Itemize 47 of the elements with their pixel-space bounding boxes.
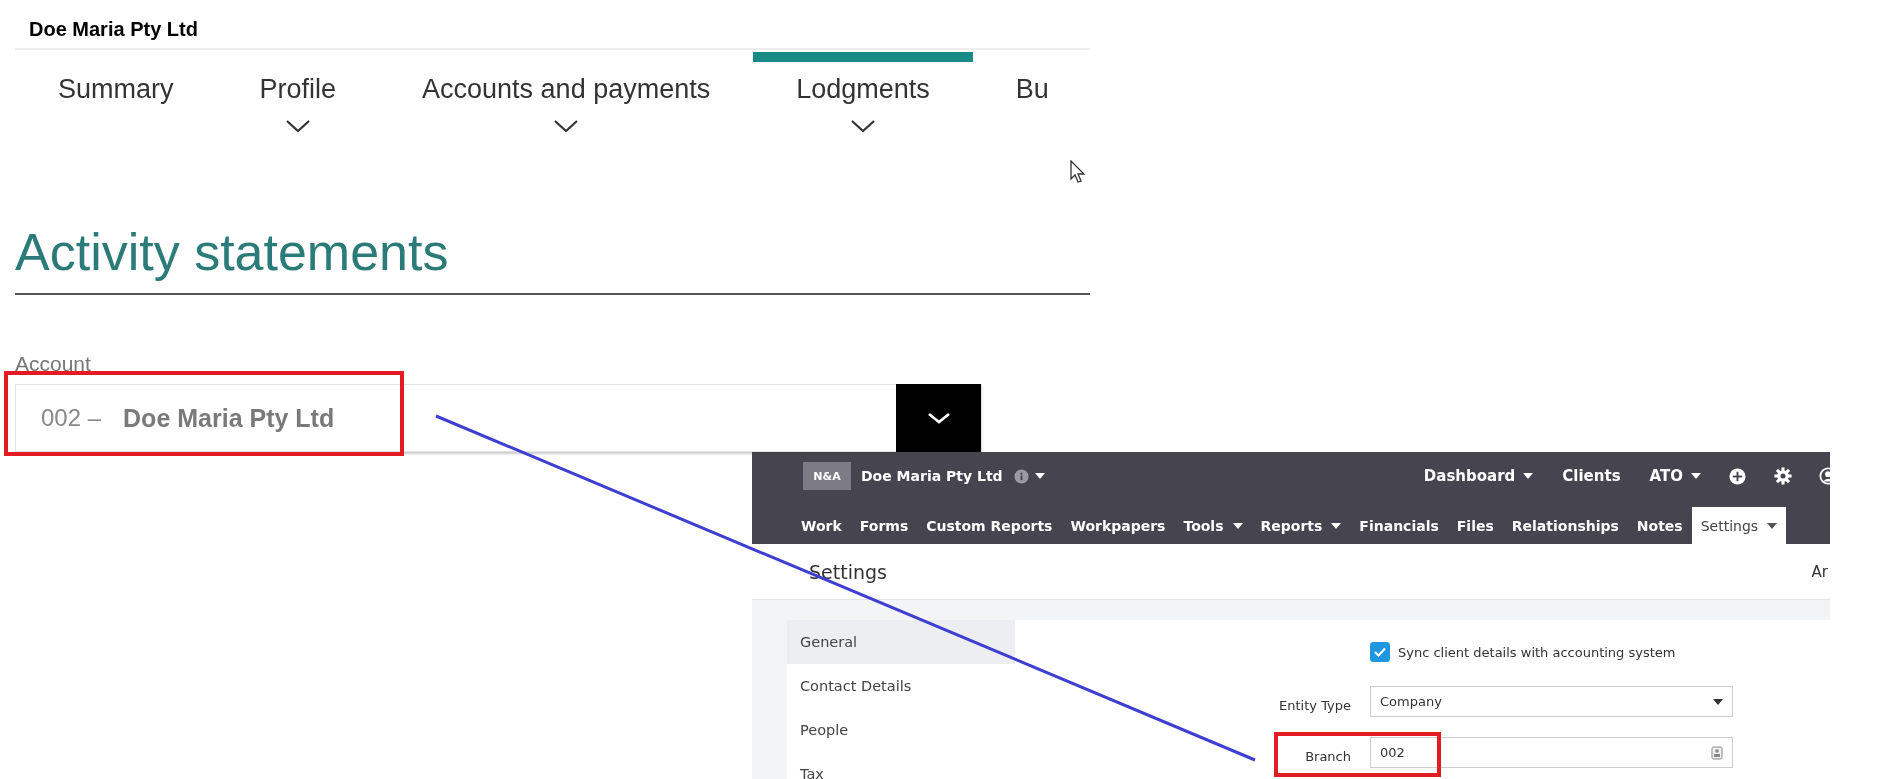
menu-item[interactable]: Custom Reports	[917, 507, 1062, 544]
menu-item[interactable]: Settings	[1691, 507, 1787, 544]
field-label: Entity Type	[1279, 698, 1351, 713]
settings-icon[interactable]	[1774, 467, 1792, 485]
sidebar-item[interactable]: Tax	[787, 752, 1015, 779]
menu-item[interactable]: Forms	[850, 507, 918, 544]
nav-tab[interactable]: Summary	[15, 52, 217, 142]
checkbox[interactable]	[1370, 642, 1390, 662]
nav-tab[interactable]: Accounts and payments	[379, 52, 754, 142]
info-icon[interactable]	[1013, 468, 1029, 484]
checkbox-label: Sync client details with accounting system	[1398, 644, 1676, 660]
cursor-icon	[1070, 160, 1086, 184]
checkmark-icon	[1373, 646, 1387, 658]
top-nav-link[interactable]: ATO	[1649, 467, 1683, 485]
contact-card-icon	[1711, 745, 1723, 760]
account-dropdown[interactable]: 002 – Doe Maria Pty Ltd	[15, 384, 982, 452]
logo: N&A	[803, 462, 851, 490]
menu-item[interactable]: Financials	[1350, 507, 1448, 544]
organisation-name: Doe Maria Pty Ltd	[28, 17, 199, 42]
page-title: Settings	[809, 560, 887, 583]
sidebar-item[interactable]: Contact Details	[787, 664, 1015, 708]
field-label: Account	[15, 352, 91, 376]
top-nav-link[interactable]: Dashboard	[1423, 467, 1516, 485]
menu-item[interactable]: Workpapers	[1061, 507, 1175, 544]
page-text: Ar	[1811, 562, 1828, 581]
field-label: Branch	[1305, 749, 1351, 764]
menu-item[interactable]: Files	[1447, 507, 1503, 544]
nav-tab[interactable]: Lodgments	[753, 52, 973, 142]
sidebar-item[interactable]: General	[787, 620, 1015, 664]
add-icon[interactable]	[1729, 467, 1746, 485]
menu-item[interactable]: Notes	[1627, 507, 1692, 544]
caret-icon	[1713, 698, 1723, 705]
caret-icon[interactable]	[1691, 473, 1701, 479]
sidebar-item[interactable]: People	[787, 708, 1015, 752]
top-nav-link[interactable]: Clients	[1562, 467, 1621, 485]
nav-tab[interactable]: Bu	[972, 52, 1090, 142]
input-field[interactable]: 002	[1370, 737, 1733, 768]
client-name[interactable]: Doe Maria Pty Ltd	[861, 468, 1003, 484]
select-field[interactable]: Company	[1370, 686, 1733, 717]
caret-icon[interactable]	[1034, 473, 1045, 479]
page-heading: Activity statements	[15, 222, 449, 282]
nav-tab[interactable]: Profile	[216, 52, 380, 142]
menu-item[interactable]: Work	[792, 507, 851, 544]
menu-item[interactable]: Relationships	[1502, 507, 1628, 544]
menu-item[interactable]: Tools	[1174, 507, 1252, 544]
menu-item[interactable]: Reports	[1251, 507, 1351, 544]
caret-icon[interactable]	[1523, 473, 1534, 479]
